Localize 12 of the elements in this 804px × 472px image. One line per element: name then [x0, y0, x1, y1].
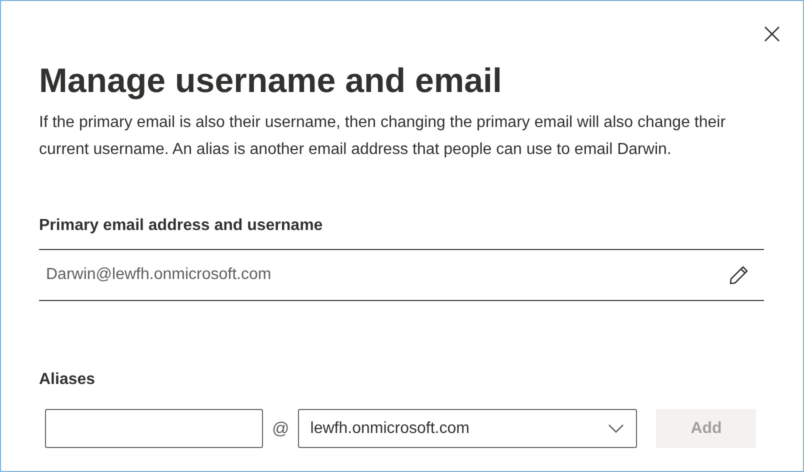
alias-input-field[interactable] [45, 409, 263, 448]
domain-dropdown[interactable]: lewfh.onmicrosoft.com [298, 409, 638, 448]
pencil-icon [728, 264, 750, 286]
primary-email-value: Darwin@lewfh.onmicrosoft.com [46, 266, 272, 284]
aliases-label: Aliases [39, 370, 96, 390]
chevron-down-icon [608, 424, 624, 434]
dialog-title: Manage username and email [39, 61, 503, 102]
close-icon [764, 26, 780, 42]
primary-email-label: Primary email address and username [39, 216, 324, 236]
at-sign: @ [272, 418, 290, 438]
edit-button[interactable] [728, 264, 750, 286]
description: If the primary email is also their username, then changing the primary email will also change their current username. An alias is another email address that people can use to email Darwin. [39, 113, 727, 160]
